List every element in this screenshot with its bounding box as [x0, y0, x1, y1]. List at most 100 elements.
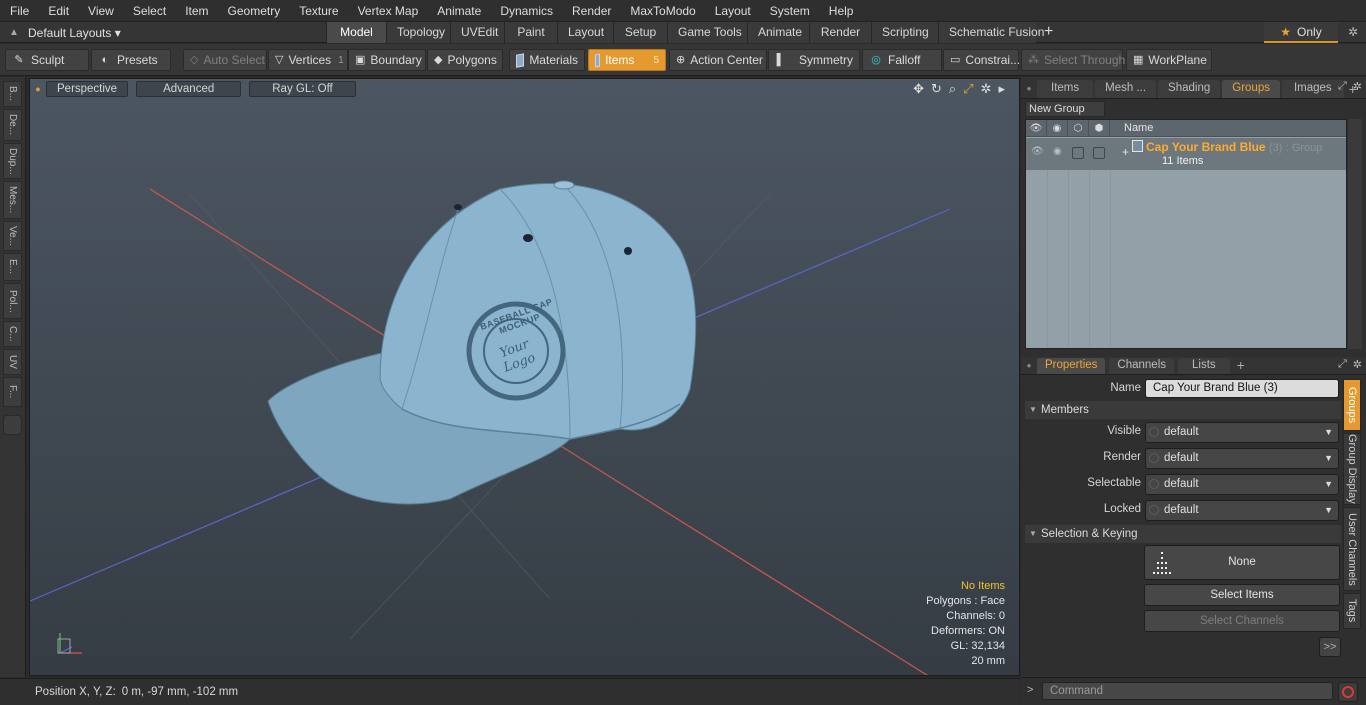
tab-shading[interactable]: Shading	[1158, 80, 1221, 98]
group-list-scrollbar[interactable]	[1348, 119, 1362, 349]
tab-game-tools[interactable]: Game Tools	[667, 22, 747, 43]
tab-layout[interactable]: Layout	[557, 22, 613, 43]
group-row[interactable]: 👁 ◉ + Cap Your Brand Blue (3) : Group 11…	[1026, 138, 1346, 170]
viewport-settings-icon[interactable]: ✲	[981, 81, 992, 97]
viewport-menu-dot[interactable]: ●	[30, 84, 46, 94]
rotate-view-icon[interactable]: ↻	[931, 81, 942, 97]
auto-select-button[interactable]: ◇ Auto Select	[183, 49, 267, 71]
expand-toggle-icon[interactable]: +	[1122, 145, 1129, 159]
tab-images[interactable]: Images	[1281, 80, 1344, 98]
tab-properties[interactable]: Properties	[1037, 358, 1106, 374]
layout-selector[interactable]: ▲ Default Layouts ▾	[0, 22, 121, 43]
collapse-up-icon[interactable]: ▲	[0, 27, 28, 38]
maximize-icon[interactable]: ⤢	[1338, 80, 1347, 93]
side-tab-tags[interactable]: Tags	[1343, 593, 1361, 629]
render-column-icon[interactable]: ◉	[1047, 119, 1068, 137]
tab-lists[interactable]: Lists	[1178, 358, 1230, 374]
tab-scripting[interactable]: Scripting	[871, 22, 938, 43]
tab-setup[interactable]: Setup	[613, 22, 667, 43]
fit-view-icon[interactable]: ⤢	[963, 81, 973, 97]
side-tab-user-channels[interactable]: User Channels	[1343, 507, 1361, 591]
left-tab-fusion[interactable]: F...	[3, 377, 22, 407]
group-name-field[interactable]: Cap Your Brand Blue (3)	[1145, 379, 1339, 398]
visible-dropdown[interactable]: default ▼	[1145, 422, 1339, 443]
add-property-tab-button[interactable]: +	[1234, 356, 1248, 374]
locked-column-icon[interactable]: ⬢	[1089, 119, 1110, 137]
boundary-button[interactable]: ▣ Boundary	[348, 49, 426, 71]
menu-view[interactable]: View	[78, 0, 123, 22]
menu-help[interactable]: Help	[819, 0, 863, 22]
3d-viewport[interactable]: BASEBALL CAP MOCKUP Your Logo ● Perspect…	[29, 78, 1020, 676]
visibility-eye-icon[interactable]: 👁	[1026, 119, 1047, 137]
selectable-dropdown[interactable]: default ▼	[1145, 474, 1339, 495]
symmetry-button[interactable]: ▌ Symmetry	[768, 49, 860, 71]
only-toggle[interactable]: ★ Only	[1264, 22, 1338, 43]
panel-settings-icon[interactable]: ✲	[1353, 80, 1362, 93]
select-through-button[interactable]: ⁂ Select Through	[1021, 49, 1125, 71]
menu-item[interactable]: Item	[175, 0, 217, 22]
left-tab-duplicate[interactable]: Dup...	[3, 143, 22, 179]
tab-render[interactable]: Render	[809, 22, 871, 43]
add-layout-tab-button[interactable]: +	[1036, 22, 1061, 43]
tab-uvedit[interactable]: UVEdit	[450, 22, 504, 43]
property-menu-dot[interactable]: ●	[1021, 358, 1037, 374]
side-tab-groups[interactable]: Groups	[1343, 379, 1361, 431]
tab-channels[interactable]: Channels	[1109, 358, 1175, 374]
side-tab-group-display[interactable]: Group Display	[1343, 433, 1361, 505]
row-visibility-icon[interactable]: 👁	[1031, 146, 1044, 157]
command-input[interactable]: Command	[1042, 682, 1333, 700]
left-tab-curve[interactable]: C...	[3, 321, 22, 347]
locked-dropdown[interactable]: default ▼	[1145, 500, 1339, 521]
falloff-button[interactable]: ◎ Falloff	[862, 49, 942, 71]
tab-paint[interactable]: Paint	[504, 22, 557, 43]
menu-maxtomodo[interactable]: MaxToModo	[620, 0, 704, 22]
left-tab-basic[interactable]: B...	[3, 81, 22, 107]
left-tab-edge[interactable]: E...	[3, 253, 22, 281]
row-selectable-checkbox[interactable]	[1072, 147, 1084, 159]
select-items-button[interactable]: Select Items	[1144, 584, 1340, 606]
viewport-more-icon[interactable]: ▸	[998, 81, 1005, 97]
members-section[interactable]: ▼ Members	[1025, 401, 1341, 419]
polygons-button[interactable]: ◆ Polygons	[427, 49, 503, 71]
tab-topology[interactable]: Topology	[386, 22, 450, 43]
left-tab-polygon[interactable]: Pol...	[3, 283, 22, 319]
menu-animate[interactable]: Animate	[427, 0, 490, 22]
row-locked-checkbox[interactable]	[1093, 147, 1105, 159]
new-group-button[interactable]: New Group	[1025, 101, 1105, 117]
tab-animate[interactable]: Animate	[747, 22, 809, 43]
more-options-button[interactable]: >>	[1319, 637, 1341, 657]
move-view-icon[interactable]: ✥	[913, 81, 924, 97]
items-button[interactable]: Items 5	[588, 49, 666, 71]
left-tab-vertex[interactable]: Ve...	[3, 221, 22, 251]
row-render-icon[interactable]: ◉	[1053, 146, 1062, 157]
menu-system[interactable]: System	[760, 0, 819, 22]
tab-groups[interactable]: Groups	[1222, 80, 1280, 98]
constraints-button[interactable]: ▭ Constrai...	[943, 49, 1020, 71]
workplane-button[interactable]: ▦ WorkPlane	[1126, 49, 1212, 71]
raygl-button[interactable]: Ray GL: Off	[249, 81, 356, 97]
menu-vertex-map[interactable]: Vertex Map	[348, 0, 428, 22]
selectable-column-icon[interactable]: ⬡	[1068, 119, 1089, 137]
record-macro-button[interactable]	[1338, 682, 1358, 702]
gear-icon[interactable]: ✲	[1340, 22, 1366, 43]
tab-schematic-fusion[interactable]: Schematic Fusion	[938, 22, 1044, 43]
sculpt-button[interactable]: ✎ Sculpt	[5, 49, 89, 71]
zoom-view-icon[interactable]: ⌕	[949, 81, 956, 97]
tab-model[interactable]: Model	[326, 22, 386, 43]
left-strip-toggle[interactable]	[3, 415, 22, 435]
menu-edit[interactable]: Edit	[38, 0, 78, 22]
left-tab-deform[interactable]: De...	[3, 109, 22, 141]
tab-items[interactable]: Items	[1037, 80, 1094, 98]
view-type-button[interactable]: Perspective	[46, 81, 129, 97]
shading-mode-button[interactable]: Advanced	[136, 81, 242, 97]
menu-geometry[interactable]: Geometry	[218, 0, 290, 22]
property-settings-icon[interactable]: ✲	[1353, 358, 1362, 371]
materials-button[interactable]: Materials	[509, 49, 585, 71]
menu-texture[interactable]: Texture	[289, 0, 347, 22]
panel-menu-dot[interactable]: ●	[1021, 80, 1037, 98]
none-button[interactable]: None	[1144, 545, 1340, 580]
menu-select[interactable]: Select	[123, 0, 175, 22]
menu-layout[interactable]: Layout	[705, 0, 760, 22]
property-maximize-icon[interactable]: ⤢	[1338, 358, 1347, 371]
vertices-button[interactable]: ▽ Vertices 1	[268, 49, 348, 71]
